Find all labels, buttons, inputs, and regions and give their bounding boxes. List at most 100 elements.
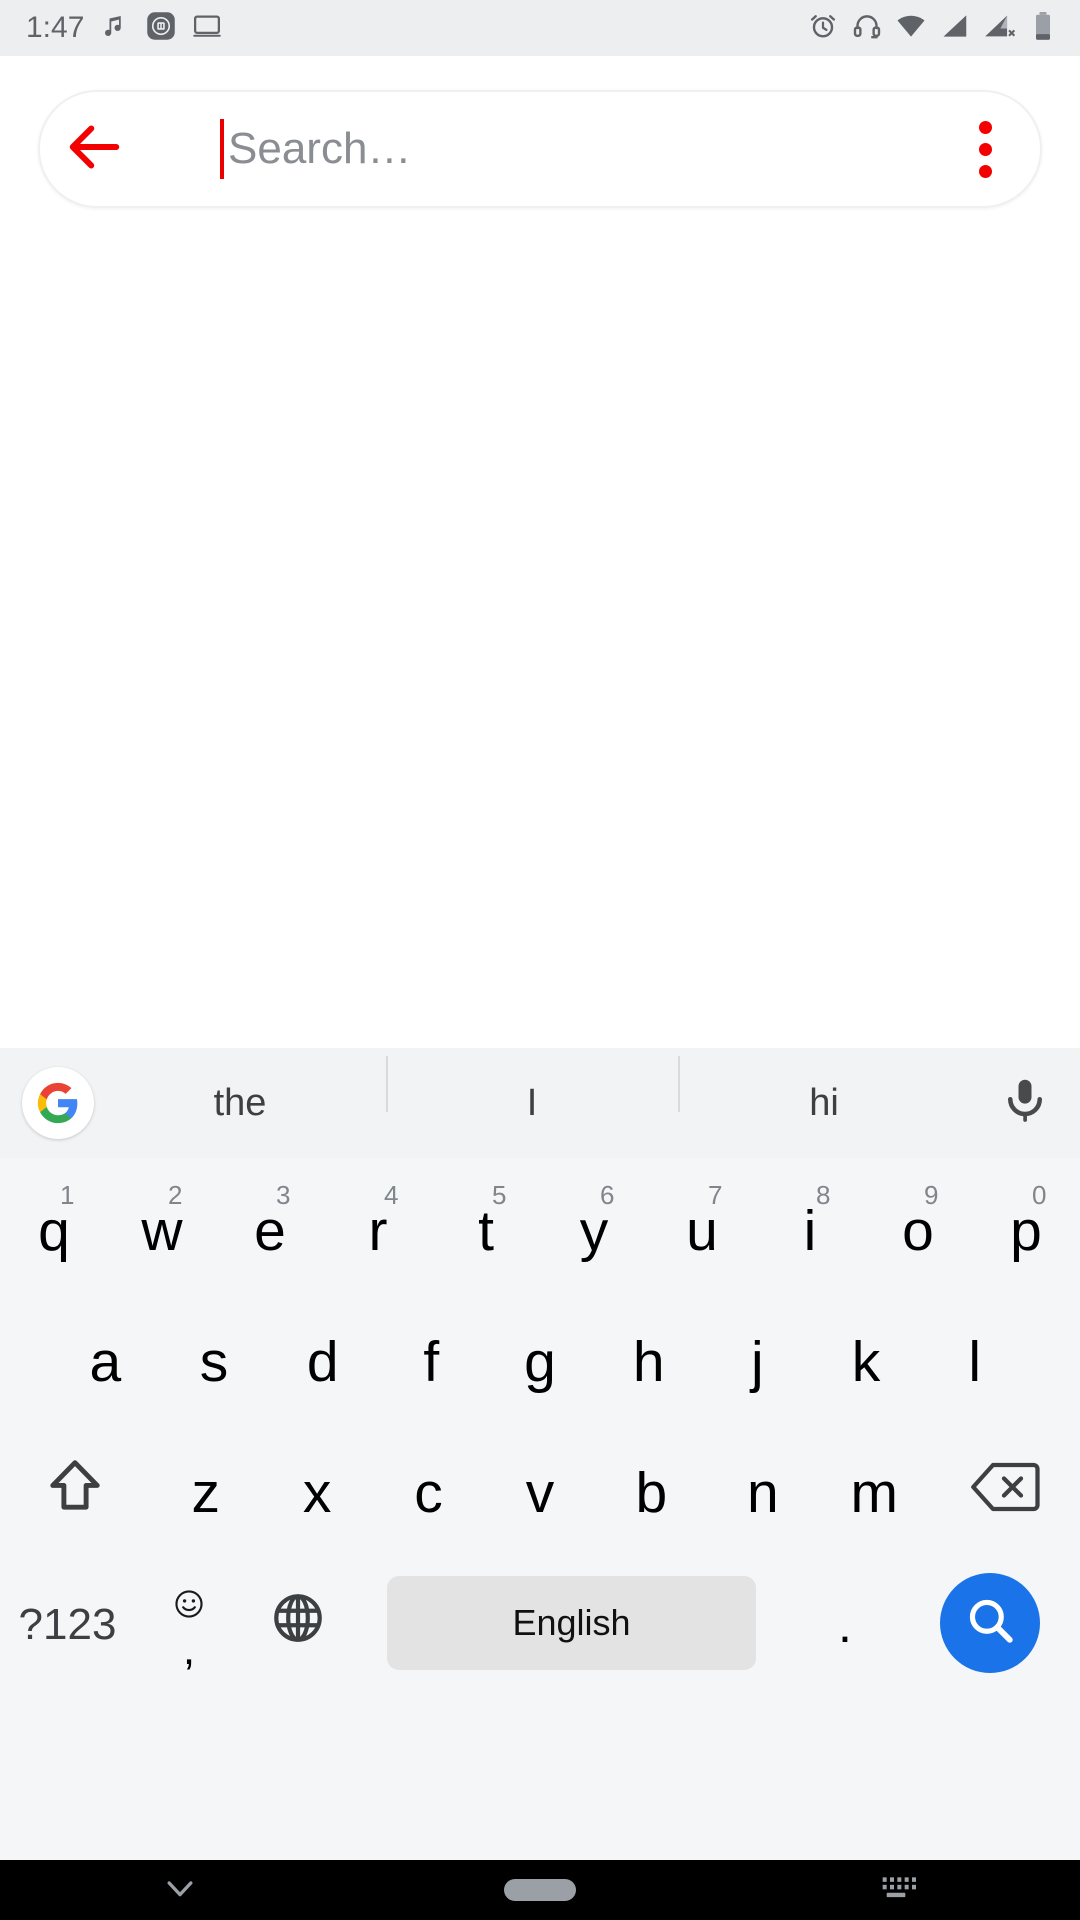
- key-label: n: [746, 1461, 779, 1525]
- suggestion-list: the I hi: [94, 1048, 970, 1158]
- globe-language-icon: [270, 1590, 326, 1656]
- key-f[interactable]: f: [377, 1295, 486, 1426]
- keyboard: the I hi 1q 2w 3e 4r 5t 6y 7u 8i 9o 0 p …: [0, 1048, 1080, 1860]
- key-rows: 1q 2w 3e 4r 5t 6y 7u 8i 9o 0p a s d f g …: [0, 1158, 1080, 1688]
- key-label: i: [803, 1199, 817, 1263]
- key-g[interactable]: g: [486, 1295, 595, 1426]
- key-v[interactable]: v: [484, 1426, 595, 1557]
- key-hint: 2: [168, 1180, 183, 1210]
- mi-app-icon: [146, 11, 176, 46]
- key-u[interactable]: 7u: [648, 1164, 756, 1295]
- key-label: b: [635, 1461, 668, 1525]
- key-label: k: [851, 1330, 881, 1394]
- google-g-logo[interactable]: [22, 1067, 94, 1139]
- nav-keyboard-switcher-button[interactable]: [720, 1860, 1080, 1920]
- symbols-key[interactable]: ?123: [0, 1557, 135, 1688]
- key-o[interactable]: 9o: [864, 1164, 972, 1295]
- back-dismiss-keyboard-icon: [160, 1868, 200, 1913]
- key-label: m: [850, 1461, 898, 1525]
- music-note-icon: [100, 11, 130, 46]
- backspace-key[interactable]: [930, 1426, 1080, 1557]
- key-x[interactable]: x: [261, 1426, 372, 1557]
- key-m[interactable]: m: [819, 1426, 930, 1557]
- status-bar: 1:47: [0, 0, 1080, 56]
- suggestion-item[interactable]: I: [386, 1056, 678, 1122]
- key-hint: 3: [276, 1180, 291, 1210]
- key-hint: 5: [492, 1180, 507, 1210]
- suggestion-item[interactable]: the: [94, 1084, 386, 1122]
- period-key[interactable]: .: [790, 1557, 900, 1688]
- key-label: o: [902, 1199, 934, 1263]
- search-magnifier-icon: [963, 1593, 1017, 1652]
- key-b[interactable]: b: [596, 1426, 707, 1557]
- key-y[interactable]: 6y: [540, 1164, 648, 1295]
- search-input[interactable]: Search…: [150, 90, 930, 208]
- key-e[interactable]: 3e: [216, 1164, 324, 1295]
- key-label: h: [632, 1330, 665, 1394]
- key-z[interactable]: z: [150, 1426, 261, 1557]
- suggestion-item[interactable]: hi: [678, 1056, 970, 1122]
- key-hint: 4: [384, 1180, 399, 1210]
- key-label: s: [199, 1330, 229, 1394]
- nav-home-button[interactable]: [360, 1860, 720, 1920]
- key-d[interactable]: d: [268, 1295, 377, 1426]
- key-r[interactable]: 4r: [324, 1164, 432, 1295]
- key-hint: 9: [924, 1180, 939, 1210]
- content-area: Search…: [0, 56, 1080, 1056]
- key-label: t: [478, 1199, 494, 1263]
- overflow-menu-button[interactable]: [930, 90, 1040, 208]
- key-w[interactable]: 2w: [108, 1164, 216, 1295]
- key-l[interactable]: l: [920, 1295, 1029, 1426]
- search-placeholder: Search…: [228, 124, 412, 173]
- back-button[interactable]: [40, 90, 150, 208]
- key-hint: 6: [600, 1180, 615, 1210]
- home-pill-icon: [504, 1879, 576, 1901]
- emoji-comma-key[interactable]: ,: [135, 1557, 243, 1688]
- keyboard-row-4: ?123 , English .: [0, 1557, 1080, 1688]
- key-k[interactable]: k: [812, 1295, 921, 1426]
- key-label: f: [423, 1330, 440, 1394]
- status-bar-left: 1:47: [26, 11, 222, 46]
- key-p[interactable]: 0p: [972, 1164, 1080, 1295]
- key-hint: 0: [1032, 1180, 1047, 1210]
- key-i[interactable]: 8i: [756, 1164, 864, 1295]
- shift-arrow-icon: [44, 1456, 106, 1528]
- key-c[interactable]: c: [373, 1426, 484, 1557]
- voice-input-button[interactable]: [970, 1048, 1080, 1158]
- signal-bars-icon: [940, 11, 970, 46]
- key-label: y: [579, 1199, 609, 1263]
- key-hint: 7: [708, 1180, 723, 1210]
- symbols-key-label: ?123: [18, 1599, 117, 1649]
- keyboard-row-2: a s d f g h j k l: [0, 1295, 1080, 1426]
- alarm-clock-icon: [808, 11, 838, 46]
- battery-icon: [1032, 11, 1054, 46]
- navigation-bar: [0, 1860, 1080, 1920]
- key-a[interactable]: a: [51, 1295, 160, 1426]
- key-label: l: [968, 1330, 982, 1394]
- search-bar[interactable]: Search…: [38, 90, 1042, 208]
- nav-back-button[interactable]: [0, 1860, 360, 1920]
- key-q[interactable]: 1q: [0, 1164, 108, 1295]
- language-switch-key[interactable]: [243, 1557, 353, 1688]
- key-s[interactable]: s: [160, 1295, 269, 1426]
- key-n[interactable]: n: [707, 1426, 818, 1557]
- period-key-label: .: [838, 1596, 852, 1653]
- arrow-left-icon: [65, 117, 125, 182]
- status-bar-right: [808, 11, 1054, 46]
- key-label: r: [368, 1199, 388, 1263]
- key-label: u: [686, 1199, 718, 1263]
- key-label: p: [1010, 1199, 1042, 1263]
- key-h[interactable]: h: [594, 1295, 703, 1426]
- key-label: v: [525, 1461, 555, 1525]
- key-label: a: [89, 1330, 122, 1394]
- backspace-icon: [970, 1458, 1040, 1526]
- key-hint: 1: [60, 1180, 75, 1210]
- spacebar-key[interactable]: English: [387, 1575, 756, 1670]
- key-label: q: [38, 1199, 70, 1263]
- key-label: j: [751, 1330, 764, 1394]
- key-t[interactable]: 5t: [432, 1164, 540, 1295]
- wifi-icon: [896, 11, 926, 46]
- search-enter-key[interactable]: [940, 1572, 1040, 1673]
- shift-key[interactable]: [0, 1426, 150, 1557]
- key-j[interactable]: j: [703, 1295, 812, 1426]
